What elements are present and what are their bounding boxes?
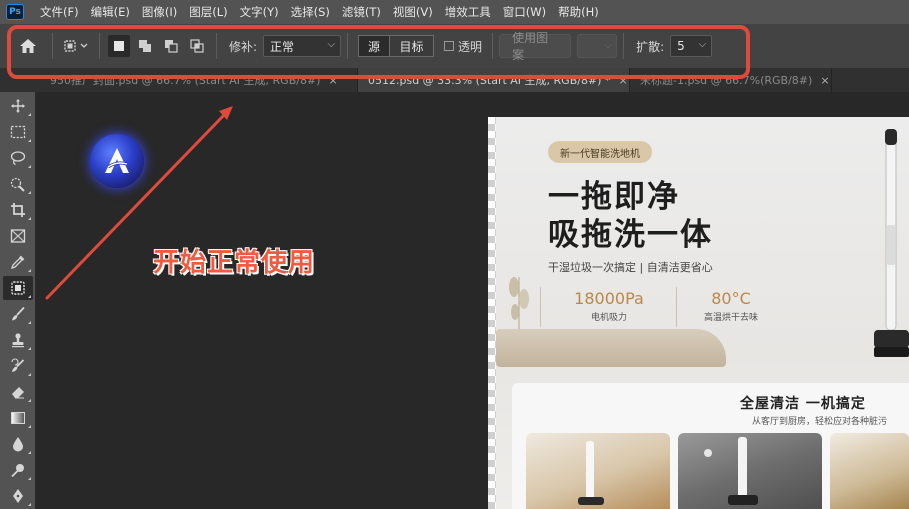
feature-subline: 干湿垃圾一次搞定 | 自清洁更省心 — [548, 261, 713, 274]
menu-filter[interactable]: 滤镜(T) — [336, 4, 387, 20]
washer-in-scene-icon — [578, 441, 604, 505]
quick-select-tool-icon[interactable] — [3, 172, 33, 196]
move-tool-icon[interactable] — [3, 94, 33, 118]
plant-decoration-icon — [509, 277, 529, 337]
separator — [492, 33, 494, 59]
gradient-tool-icon[interactable] — [3, 406, 33, 430]
scenario-image-bedroom — [830, 433, 909, 509]
blur-tool-icon[interactable] — [3, 432, 33, 456]
home-icon[interactable] — [10, 38, 46, 54]
tab-label: 950推广封面.psd @ 66.7% (Start AI 生成, RGB/8#… — [50, 74, 321, 87]
eraser-tool-icon[interactable] — [3, 380, 33, 404]
tool-preset-picker[interactable] — [59, 38, 93, 54]
separator — [347, 33, 349, 59]
canvas-area[interactable]: 开始正常使用 新一代智能洗地机 一拖即净 吸拖洗一体 干湿垃圾一次搞定 | 自清… — [37, 92, 909, 509]
menu-window[interactable]: 窗口(W) — [497, 4, 552, 20]
stat-suction-label: 电机吸力 — [590, 313, 627, 323]
separator — [216, 33, 217, 59]
scenario-title: 全屋清洁 一机搞定 — [740, 396, 866, 412]
tab-doc-3[interactable]: 未标题-1.psd @ 66.7%(RGB/8#) × — [630, 68, 832, 92]
photoshop-logo-icon[interactable]: Ps — [6, 4, 24, 20]
scenario-subtitle: 从客厅到厨房，轻松应对各种脏污 — [752, 417, 888, 427]
chevron-down-icon: ⌵ — [327, 39, 336, 50]
divider — [540, 287, 541, 327]
transparent-checkbox[interactable] — [444, 41, 455, 51]
scenario-image-kitchen — [678, 433, 822, 509]
stat-drying-value: 80°C — [711, 289, 751, 308]
separator — [99, 33, 100, 59]
headline-line-2: 吸拖洗一体 — [548, 217, 713, 253]
annotation-arrow-icon — [45, 106, 233, 300]
menu-help[interactable]: 帮助(H) — [552, 4, 605, 20]
menu-select[interactable]: 选择(S) — [285, 4, 336, 20]
eyedropper-tool-icon[interactable] — [3, 250, 33, 274]
repair-label: 修补: — [229, 39, 258, 54]
crop-tool-icon[interactable] — [3, 198, 33, 222]
subtract-from-selection-button[interactable] — [160, 35, 182, 57]
stat-drying-label: 高温烘干去味 — [703, 313, 758, 323]
tools-panel — [0, 92, 36, 509]
scenario-section: 全屋清洁 一机搞定 从客厅到厨房，轻松应对各种脏污 — [512, 383, 909, 509]
diffusion-value: 5 — [677, 39, 685, 53]
menu-layer[interactable]: 图层(L) — [183, 4, 233, 20]
diffusion-select[interactable]: 5 ⌵ — [670, 35, 713, 57]
tab-doc-2[interactable]: 0512.psd @ 33.3% (Start AI 生成, RGB/8#) *… — [358, 68, 630, 92]
menu-bar: Ps 文件(F) 编辑(E) 图像(I) 图层(L) 文字(Y) 选择(S) 滤… — [0, 0, 909, 24]
close-icon[interactable]: × — [820, 74, 829, 87]
source-button[interactable]: 源 — [358, 35, 391, 57]
product-badge: 新一代智能洗地机 — [548, 141, 652, 163]
tab-label: 未标题-1.psd @ 66.7%(RGB/8#) — [640, 74, 813, 87]
patch-tool-icon[interactable] — [3, 276, 33, 300]
pen-tool-icon[interactable] — [3, 484, 33, 508]
add-to-selection-button[interactable] — [134, 35, 156, 57]
stamp-tool-icon[interactable] — [3, 328, 33, 352]
marquee-tool-icon[interactable] — [3, 120, 33, 144]
washer-in-scene-icon — [704, 437, 758, 505]
menu-file[interactable]: 文件(F) — [34, 4, 85, 20]
menu-edit[interactable]: 编辑(E) — [85, 4, 136, 20]
product-poster: 新一代智能洗地机 一拖即净 吸拖洗一体 干湿垃圾一次搞定 | 自清洁更省心 18… — [496, 117, 909, 509]
diffusion-label: 扩散: — [636, 39, 665, 54]
repair-mode-value: 正常 — [270, 39, 295, 54]
document-tabs: 950推广封面.psd @ 66.7% (Start AI 生成, RGB/8#… — [0, 68, 909, 92]
transparent-toggle[interactable]: 透明 — [444, 38, 482, 55]
intersect-selection-button[interactable] — [186, 35, 208, 57]
stat-suction-value: 18000Pa — [574, 289, 644, 308]
tab-doc-1[interactable]: 950推广封面.psd @ 66.7% (Start AI 生成, RGB/8#… — [0, 68, 358, 92]
scenario-image-living-room — [526, 433, 670, 509]
stat-drying: 80°C 高温烘干去味 — [686, 289, 776, 323]
transparent-label: 透明 — [458, 39, 483, 54]
menu-type[interactable]: 文字(Y) — [234, 4, 285, 20]
history-brush-tool-icon[interactable] — [3, 354, 33, 378]
menu-view[interactable]: 视图(V) — [387, 4, 439, 20]
brush-tool-icon[interactable] — [3, 302, 33, 326]
sofa-decoration — [496, 329, 726, 367]
document-canvas[interactable]: 新一代智能洗地机 一拖即净 吸拖洗一体 干湿垃圾一次搞定 | 自清洁更省心 18… — [488, 117, 909, 509]
frame-tool-icon[interactable] — [3, 224, 33, 248]
target-button[interactable]: 目标 — [390, 35, 435, 57]
chevron-down-icon: ⌵ — [604, 41, 612, 51]
menu-image[interactable]: 图像(I) — [136, 4, 183, 20]
separator — [623, 33, 625, 59]
options-bar: 修补: 正常 ⌵ 源 目标 透明 使用图案 ⌵ 扩散: 5 ⌵ — [0, 24, 909, 68]
tab-label: 0512.psd @ 33.3% (Start AI 生成, RGB/8#) * — [368, 74, 611, 87]
new-selection-button[interactable] — [108, 35, 130, 57]
dodge-tool-icon[interactable] — [3, 458, 33, 482]
chevron-down-icon: ⌵ — [698, 39, 707, 50]
photoshop-window: Ps 文件(F) 编辑(E) 图像(I) 图层(L) 文字(Y) 选择(S) 滤… — [0, 0, 909, 509]
separator — [52, 33, 53, 59]
repair-mode-select[interactable]: 正常 ⌵ — [263, 35, 342, 57]
pattern-picker[interactable]: ⌵ — [577, 34, 618, 58]
use-pattern-button[interactable]: 使用图案 — [499, 31, 572, 62]
menu-plugins[interactable]: 增效工具 — [439, 4, 497, 20]
close-icon[interactable]: × — [328, 74, 337, 87]
close-icon[interactable]: × — [618, 74, 627, 87]
lasso-tool-icon[interactable] — [3, 146, 33, 170]
floor-washer-product-icon — [874, 129, 909, 357]
divider — [676, 287, 677, 327]
stat-suction: 18000Pa 电机吸力 — [554, 289, 664, 323]
